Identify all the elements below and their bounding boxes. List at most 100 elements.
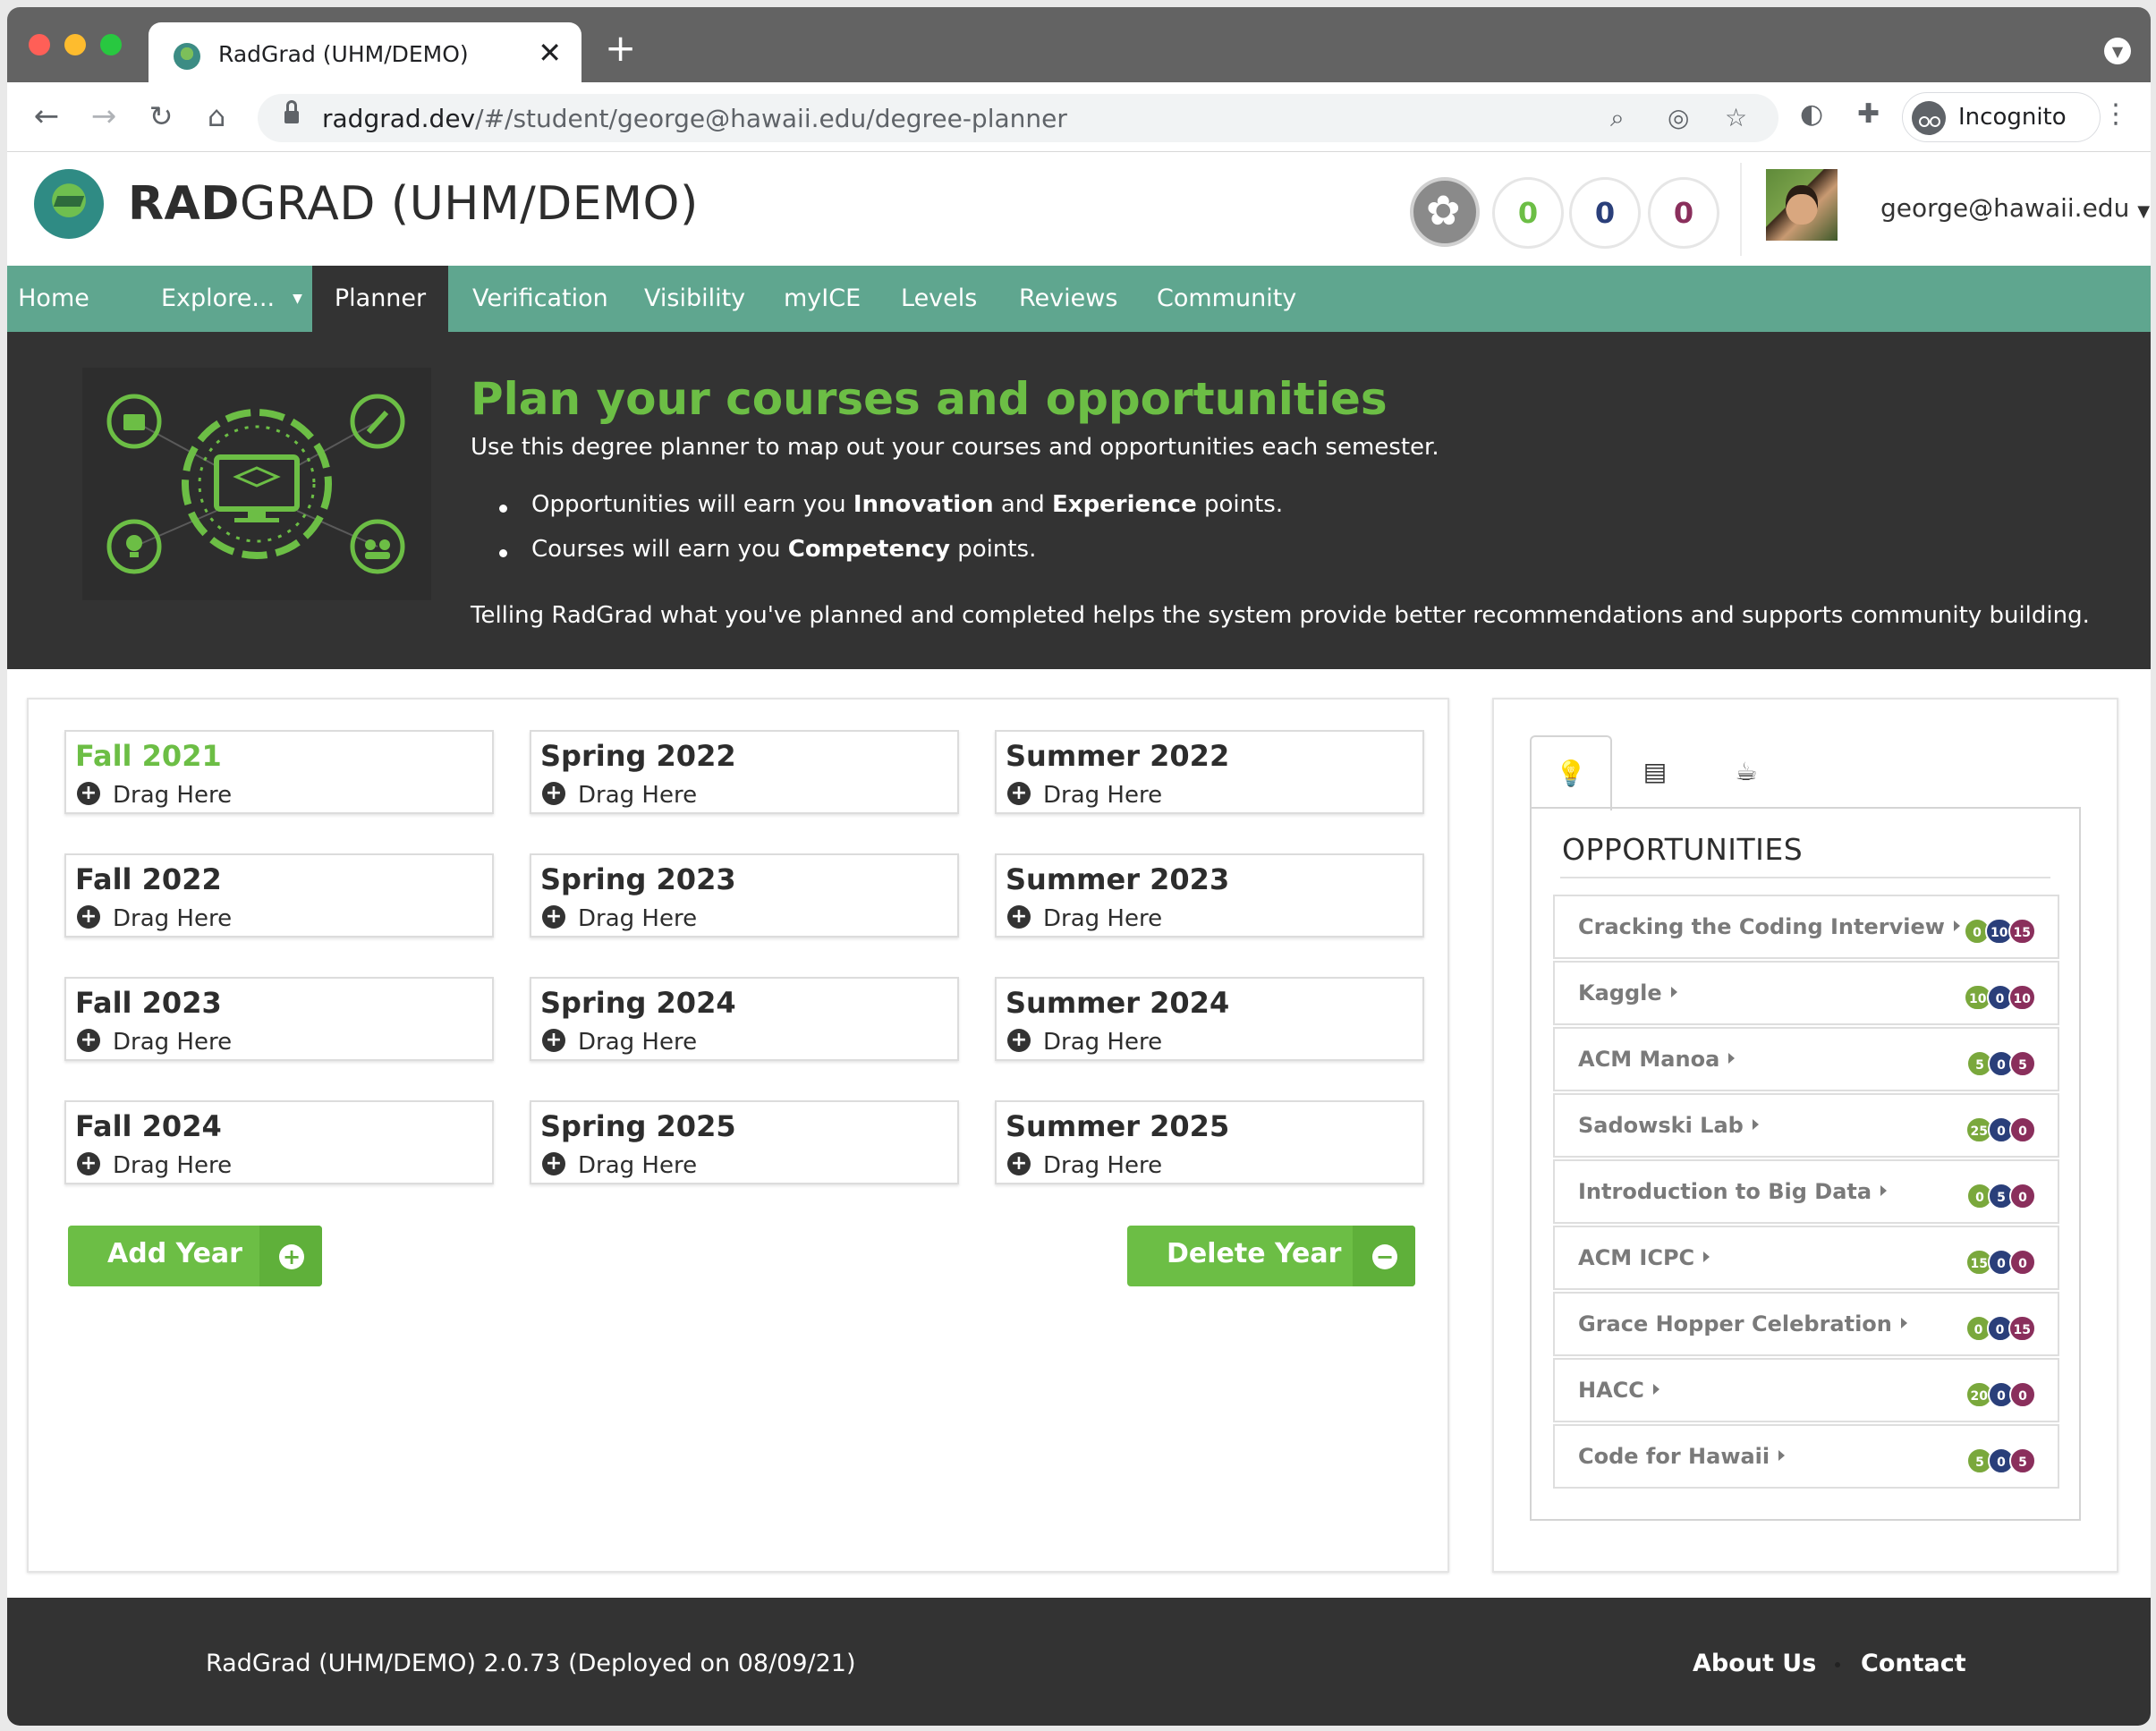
reload-icon[interactable]: ↻	[143, 98, 179, 134]
incognito-indicator[interactable]: Incognito	[1902, 92, 2101, 142]
semester-name: Fall 2024	[75, 1109, 222, 1143]
nav-myice[interactable]: myICE	[784, 266, 861, 332]
nav-verification[interactable]: Verification	[472, 266, 608, 332]
opportunity-item[interactable]: Cracking the Coding Interview 0 10 15	[1553, 895, 2059, 959]
opportunity-item[interactable]: ACM Manoa 5 0 5	[1553, 1027, 2059, 1091]
ice-badges: 10 0 10	[1964, 984, 2036, 1013]
plus-circle-icon: +	[77, 782, 100, 805]
tab-title: RadGrad (UHM/DEMO)	[218, 41, 469, 67]
about-us-link[interactable]: About Us	[1693, 1650, 1816, 1677]
drag-here-label: Drag Here	[578, 1029, 698, 1056]
browser-menu-icon[interactable]: ⋮	[2102, 98, 2129, 130]
semester-slot[interactable]: Spring 2024 + Drag Here	[530, 977, 959, 1061]
opportunity-item[interactable]: Code for Hawaii 5 0 5	[1553, 1424, 2059, 1489]
app-header: RADGRAD (UHM/DEMO) 0 0 0 george@hawaii.e…	[7, 152, 2151, 266]
delete-year-label: Delete Year	[1167, 1238, 1342, 1269]
close-tab-icon[interactable]: ✕	[538, 37, 562, 69]
semester-slot[interactable]: Fall 2024 + Drag Here	[64, 1100, 494, 1184]
page-footer: RadGrad (UHM/DEMO) 2.0.73 (Deployed on 0…	[7, 1598, 2151, 1726]
ice-badges: 0 10 15	[1964, 918, 2036, 946]
nav-community[interactable]: Community	[1157, 266, 1296, 332]
opportunity-name: Code for Hawaii	[1578, 1444, 1786, 1469]
opportunity-item[interactable]: HACC 20 0 0	[1553, 1358, 2059, 1422]
semester-name: Summer 2022	[1006, 739, 1230, 773]
opportunity-item[interactable]: ACM ICPC 15 0 0	[1553, 1226, 2059, 1290]
drag-here-label: Drag Here	[113, 1152, 233, 1179]
semester-slot[interactable]: Spring 2025 + Drag Here	[530, 1100, 959, 1184]
semester-slot[interactable]: Summer 2022 + Drag Here	[995, 730, 1424, 814]
plus-circle-icon: +	[1007, 1029, 1031, 1052]
caret-right-icon	[1752, 1119, 1759, 1130]
ice-badges: 20 0 0	[1965, 1381, 2036, 1410]
semester-slot[interactable]: Summer 2025 + Drag Here	[995, 1100, 1424, 1184]
tab-events[interactable]: ☕	[1705, 735, 1787, 809]
ice-badges: 505	[1966, 1447, 2036, 1476]
delete-year-button[interactable]: Delete Year −	[1127, 1226, 1415, 1286]
nav-explore[interactable]: Explore... ▼	[161, 266, 302, 332]
semester-slot[interactable]: Spring 2023 + Drag Here	[530, 853, 959, 938]
forward-icon[interactable]: →	[86, 98, 122, 134]
opportunity-name: Introduction to Big Data	[1578, 1179, 1888, 1204]
experience-badge: 0	[2009, 1116, 2036, 1143]
close-window-button[interactable]	[29, 34, 50, 55]
nav-planner[interactable]: Planner	[312, 266, 448, 332]
home-icon[interactable]: ⌂	[199, 98, 234, 134]
address-bar[interactable]: radgrad.dev/#/student/george@hawaii.edu/…	[258, 94, 1778, 142]
experience-points[interactable]: 0	[1648, 177, 1719, 249]
zoom-icon[interactable]: ⌕	[1610, 103, 1625, 133]
avatar[interactable]	[1766, 169, 1838, 241]
opportunities-list-panel: OPPORTUNITIES Cracking the Coding Interv…	[1530, 807, 2081, 1521]
minimize-window-button[interactable]	[64, 34, 86, 55]
user-menu-button[interactable]: george@hawaii.edu ▼	[1880, 193, 2150, 223]
opportunity-name: Kaggle	[1578, 980, 1677, 1006]
password-manager-icon[interactable]: ◐	[1800, 98, 1823, 130]
semester-slot[interactable]: Fall 2022 + Drag Here	[64, 853, 494, 938]
minus-circle-icon: −	[1353, 1226, 1415, 1286]
new-tab-icon[interactable]: +	[605, 30, 636, 67]
semester-slot[interactable]: Fall 2023 + Drag Here	[64, 977, 494, 1061]
tab-courses[interactable]: ▤	[1614, 735, 1696, 809]
drag-here-label: Drag Here	[1043, 782, 1163, 809]
tab-opportunities[interactable]: 💡	[1530, 735, 1612, 810]
opportunity-item[interactable]: Kaggle 10 0 10	[1553, 961, 2059, 1025]
plus-circle-icon: +	[77, 1029, 100, 1052]
nav-reviews[interactable]: Reviews	[1019, 266, 1117, 332]
banner-list: Opportunities will earn you Innovation a…	[499, 491, 1573, 581]
degree-planner: Fall 2021 + Drag Here Spring 2022 + Drag Her…	[27, 698, 1449, 1573]
maximize-window-button[interactable]	[100, 34, 122, 55]
opportunity-item[interactable]: Introduction to Big Data 0 5 0	[1553, 1159, 2059, 1224]
nav-home[interactable]: Home	[7, 266, 100, 332]
caret-right-icon	[1900, 1318, 1907, 1328]
ice-badges: 050	[1966, 1183, 2036, 1211]
brand-title[interactable]: RADGRAD (UHM/DEMO)	[128, 177, 699, 231]
lock-icon	[284, 100, 299, 123]
extensions-icon[interactable]: ✚	[1857, 98, 1880, 130]
tab-search-icon[interactable]: ▼	[2104, 38, 2131, 64]
semester-slot[interactable]: Spring 2022 + Drag Here	[530, 730, 959, 814]
plus-circle-icon: +	[542, 1029, 565, 1052]
drag-here-label: Drag Here	[113, 1029, 233, 1056]
plus-circle-icon: +	[77, 1152, 100, 1175]
browser-tab[interactable]: RadGrad (UHM/DEMO) ✕	[149, 22, 581, 82]
semester-slot[interactable]: Fall 2021 + Drag Here	[64, 730, 494, 814]
competency-points[interactable]: 0	[1569, 177, 1641, 249]
radgrad-logo[interactable]	[34, 169, 104, 239]
semester-name: Spring 2022	[540, 739, 736, 773]
semester-slot[interactable]: Summer 2024 + Drag Here	[995, 977, 1424, 1061]
semester-slot[interactable]: Summer 2023 + Drag Here	[995, 853, 1424, 938]
eye-off-icon[interactable]: ◎	[1668, 103, 1689, 132]
semester-name: Summer 2023	[1006, 862, 1230, 896]
nav-visibility[interactable]: Visibility	[644, 266, 745, 332]
opportunity-item[interactable]: Sadowski Lab 25 0 0	[1553, 1093, 2059, 1158]
opportunity-name: Sadowski Lab	[1578, 1113, 1759, 1138]
nav-levels[interactable]: Levels	[901, 266, 977, 332]
footer-separator	[1835, 1662, 1840, 1667]
innovation-points[interactable]: 0	[1492, 177, 1564, 249]
opportunity-item[interactable]: Grace Hopper Celebration 0 0 15	[1553, 1292, 2059, 1356]
contact-link[interactable]: Contact	[1861, 1650, 1966, 1677]
incognito-label: Incognito	[1958, 104, 2067, 131]
bookmark-star-icon[interactable]: ☆	[1725, 103, 1747, 132]
level-badge-icon[interactable]	[1410, 177, 1480, 247]
back-icon[interactable]: ←	[29, 98, 64, 134]
add-year-button[interactable]: Add Year +	[68, 1226, 322, 1286]
